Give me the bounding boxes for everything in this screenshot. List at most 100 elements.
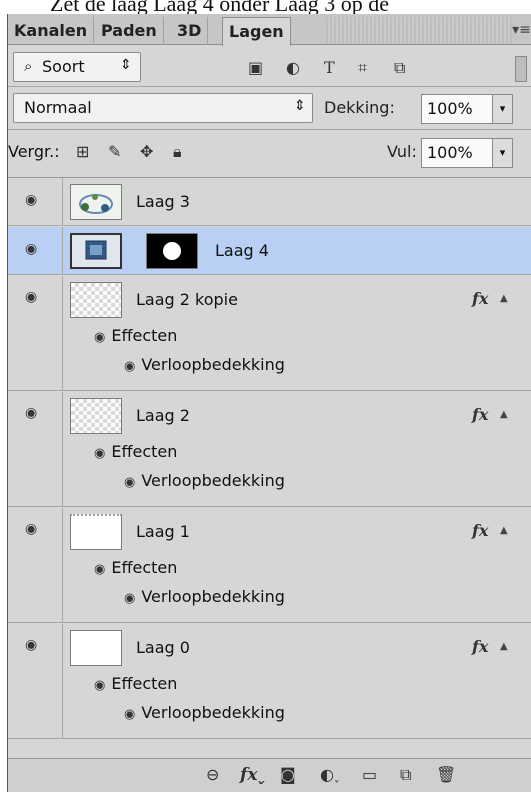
panel-tab-bar: Kanalen Paden 3D Lagen ▾≡ — [8, 14, 531, 46]
fx-icon[interactable]: fx — [472, 637, 488, 656]
effect-name: Verloopbedekking — [141, 703, 285, 722]
layers-panel: Kanalen Paden 3D Lagen ▾≡ ⌕ Soort ⇕ ▣ ◐ … — [7, 14, 531, 792]
eye-icon[interactable]: ◉ — [25, 521, 37, 537]
layer-row-laag-2[interactable]: ◉ Laag 2 fx ▲ ◉ Effecten ◉ Verloopbedekkin… — [8, 392, 531, 507]
effects-text: Effecten — [111, 558, 178, 577]
lock-all-icon[interactable]: 🔒︎ — [173, 142, 182, 162]
layer-name: Laag 1 — [136, 522, 190, 541]
effect-item[interactable]: ◉ Verloopbedekking — [124, 471, 285, 490]
image-filter-icon[interactable]: ▣ — [248, 58, 263, 77]
eye-icon[interactable]: ◉ — [25, 289, 37, 305]
fx-icon[interactable]: fx — [472, 289, 488, 308]
layer-name: Laag 0 — [136, 638, 190, 657]
collapse-triangle-icon[interactable]: ▲ — [500, 641, 508, 652]
eye-icon[interactable]: ◉ — [124, 475, 135, 490]
lock-image-icon[interactable]: ✎ — [108, 142, 121, 161]
new-layer-icon[interactable]: ⧉ — [400, 765, 411, 785]
blend-row: Normaal ⇕ Dekking: 100% ▾ — [8, 87, 531, 129]
add-mask-icon[interactable]: ◙ — [280, 765, 296, 784]
adjustment-layer-icon[interactable]: ◐˯ — [320, 765, 339, 785]
eye-icon[interactable]: ◉ — [94, 446, 105, 461]
tab-lagen[interactable]: Lagen — [222, 17, 291, 46]
visibility-column: ◉ — [8, 392, 63, 506]
visibility-column: ◉ — [8, 276, 63, 390]
eye-icon[interactable]: ◉ — [94, 562, 105, 577]
layer-thumbnail — [70, 282, 122, 318]
layer-mask-icon[interactable] — [146, 233, 198, 269]
layer-row-laag-4[interactable]: ◉ Laag 4 — [8, 227, 531, 275]
effects-label[interactable]: ◉ Effecten — [94, 674, 177, 693]
layer-row-laag-3[interactable]: ◉ Laag 3 — [8, 178, 531, 226]
effect-name: Verloopbedekking — [141, 471, 285, 490]
layer-name: Laag 3 — [136, 192, 190, 211]
effects-label[interactable]: ◉ Effecten — [94, 558, 177, 577]
filter-kind-label: Soort — [42, 57, 85, 76]
collapse-triangle-icon[interactable]: ▲ — [500, 525, 508, 536]
lock-position-icon[interactable]: ✥ — [140, 142, 153, 161]
opacity-slider-dropdown[interactable]: ▾ — [493, 94, 513, 124]
shape-filter-icon[interactable]: ⌗ — [358, 58, 367, 78]
eye-icon[interactable]: ◉ — [25, 241, 37, 257]
panel-menu-icon[interactable]: ▾≡ — [511, 17, 531, 44]
type-filter-icon[interactable]: T — [324, 58, 335, 77]
visibility-column: ◉ — [8, 227, 63, 274]
fx-icon[interactable]: fx — [472, 521, 488, 540]
visibility-column: ◉ — [8, 508, 63, 622]
layer-row-laag-0[interactable]: ◉ Laag 0 fx ▲ ◉ Effecten ◉ Verloopbedekkin… — [8, 624, 531, 739]
effect-item[interactable]: ◉ Verloopbedekking — [124, 703, 285, 722]
eye-icon[interactable]: ◉ — [124, 707, 135, 722]
blend-mode-value: Normaal — [24, 98, 92, 117]
fx-icon[interactable]: fx — [472, 405, 488, 424]
layer-name: Laag 2 kopie — [136, 290, 238, 309]
fill-label: Vul: — [387, 142, 417, 161]
add-layer-style-label: fx — [240, 765, 258, 785]
tab-3d[interactable]: 3D — [171, 17, 209, 45]
eye-icon[interactable]: ◉ — [94, 330, 105, 345]
photo-icon — [79, 194, 113, 214]
collapse-triangle-icon[interactable]: ▲ — [500, 293, 508, 304]
tab-paden[interactable]: Paden — [95, 17, 164, 45]
effects-text: Effecten — [111, 442, 178, 461]
document-caption-fragment: Zet de laag Laag 4 onder Laag 3 op de — [0, 0, 531, 14]
lock-label: Vergr.: — [8, 142, 60, 161]
eye-icon[interactable]: ◉ — [94, 678, 105, 693]
delete-icon[interactable]: 🗑︎ — [436, 765, 456, 784]
effects-label[interactable]: ◉ Effecten — [94, 442, 177, 461]
collapse-triangle-icon[interactable]: ▲ — [500, 409, 508, 420]
smart-object-filter-icon[interactable]: ⧉ — [394, 58, 405, 78]
add-layer-style-icon[interactable]: fx˯ — [240, 765, 266, 785]
lock-transparent-icon[interactable]: ⊞ — [76, 142, 89, 161]
layer-row-laag-1[interactable]: ◉ Laag 1 fx ▲ ◉ Effecten ◉ Verloopbedekkin… — [8, 508, 531, 623]
stepper-arrows-icon: ⇕ — [120, 57, 132, 73]
opacity-input[interactable]: 100% — [421, 94, 493, 124]
opacity-label: Dekking: — [324, 98, 395, 117]
fill-input[interactable]: 100% — [421, 138, 493, 168]
visibility-column: ◉ — [8, 624, 63, 738]
caption-text: Zet de laag Laag 4 onder Laag 3 op de — [50, 0, 390, 14]
link-layers-icon[interactable]: ⊖ — [206, 765, 219, 784]
filter-toggle-switch[interactable] — [515, 56, 527, 82]
layer-thumbnail — [70, 233, 122, 269]
new-group-icon[interactable]: ▭ — [362, 765, 377, 784]
tab-bar-grip[interactable] — [326, 17, 512, 44]
adjustment-filter-icon[interactable]: ◐ — [286, 58, 300, 77]
effect-item[interactable]: ◉ Verloopbedekking — [124, 355, 285, 374]
eye-icon[interactable]: ◉ — [124, 591, 135, 606]
fill-slider-dropdown[interactable]: ▾ — [493, 138, 513, 168]
eye-icon[interactable]: ◉ — [25, 637, 37, 653]
eye-icon[interactable]: ◉ — [25, 405, 37, 421]
filter-kind-select[interactable]: ⌕ Soort ⇕ — [13, 52, 141, 82]
blend-mode-select[interactable]: Normaal ⇕ — [13, 93, 313, 123]
eye-icon[interactable]: ◉ — [25, 192, 37, 208]
visibility-column: ◉ — [8, 178, 63, 225]
layer-row-laag-2-kopie[interactable]: ◉ Laag 2 kopie fx ▲ ◉ Effecten ◉ Verloopbe… — [8, 276, 531, 391]
search-icon: ⌕ — [24, 57, 33, 75]
eye-icon[interactable]: ◉ — [124, 359, 135, 374]
lock-row: Vergr.: ⊞ ✎ ✥ 🔒︎ Vul: 100% ▾ — [8, 130, 531, 174]
stepper-arrows-icon: ⇕ — [294, 98, 306, 114]
effects-label[interactable]: ◉ Effecten — [94, 326, 177, 345]
tab-kanalen[interactable]: Kanalen — [8, 17, 95, 45]
layers-bottom-toolbar: ⊖ fx˯ ◙ ◐˯ ▭ ⧉ 🗑︎ — [8, 758, 531, 792]
effect-item[interactable]: ◉ Verloopbedekking — [124, 587, 285, 606]
effect-name: Verloopbedekking — [141, 587, 285, 606]
